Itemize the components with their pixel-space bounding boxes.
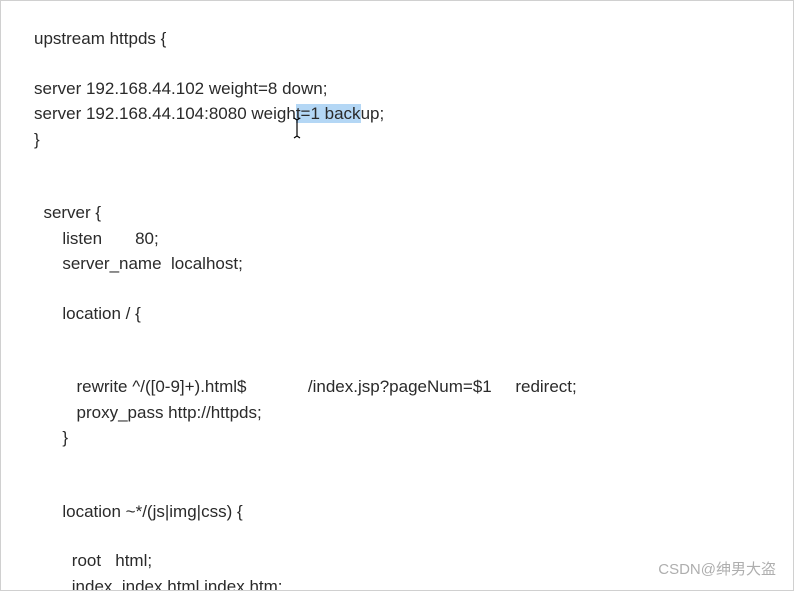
blank-line [34, 451, 760, 475]
blank-line [34, 277, 760, 301]
code-line: server 192.168.44.102 weight=8 down; [34, 76, 760, 102]
code-line: server_name localhost; [34, 251, 760, 277]
blank-line [34, 52, 760, 76]
code-line: root html; [34, 548, 760, 574]
code-line-highlighted: server 192.168.44.104:8080 weight=1 back… [34, 101, 760, 127]
code-line: location ~*/(js|img|css) { [34, 499, 760, 525]
code-line: } [34, 425, 760, 451]
blank-line [34, 524, 760, 548]
blank-line [34, 152, 760, 176]
blank-line [34, 350, 760, 374]
code-line: server { [34, 200, 760, 226]
code-line: } [34, 127, 760, 153]
code-line: listen 80; [34, 226, 760, 252]
blank-line [34, 475, 760, 499]
code-line: index index.html index.htm; [34, 574, 760, 591]
code-text: server 192.168.44.104:8080 weigh [34, 104, 296, 123]
code-line: upstream httpds { [34, 26, 760, 52]
blank-line [34, 326, 760, 350]
code-line: proxy_pass http://httpds; [34, 400, 760, 426]
code-line: rewrite ^/([0-9]+).html$ /index.jsp?page… [34, 374, 760, 400]
code-block: upstream httpds { server 192.168.44.102 … [0, 0, 794, 591]
blank-line [34, 176, 760, 200]
selected-text: t=1 back [296, 104, 361, 123]
code-text: up; [361, 104, 385, 123]
code-line: location / { [34, 301, 760, 327]
